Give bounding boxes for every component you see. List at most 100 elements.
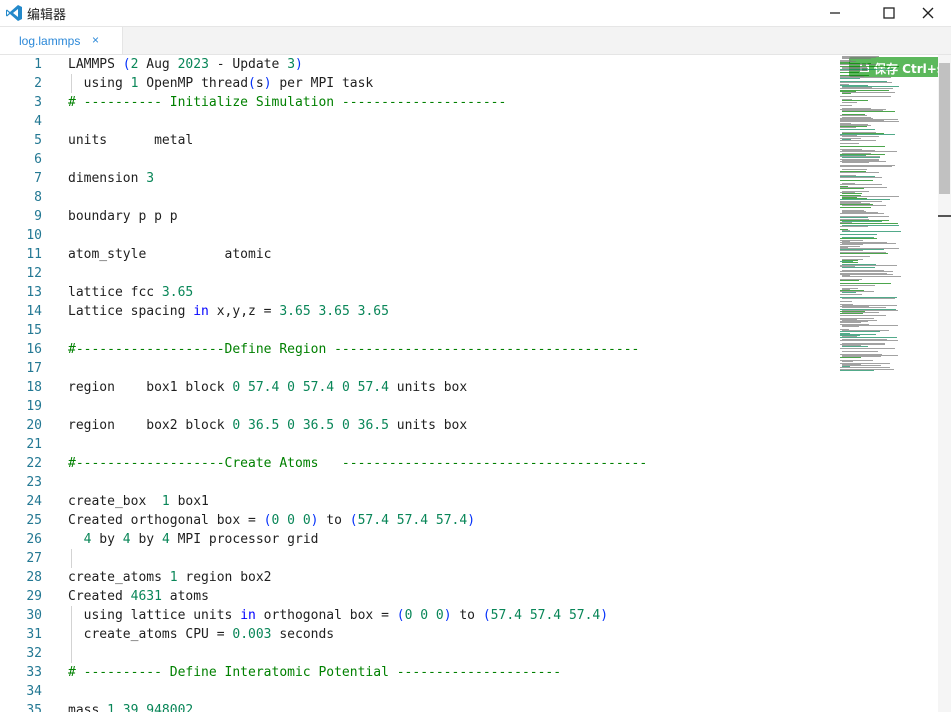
code-token: MPI processor grid [169,532,319,547]
code-line[interactable]: using lattice units in orthogonal box = … [68,606,838,625]
code-line[interactable]: 4 by 4 by 4 MPI processor grid [68,530,838,549]
line-number: 33 [26,665,42,680]
scrollbar-thumb[interactable] [939,63,950,194]
line-number: 9 [34,209,42,224]
code-token: to [318,513,350,528]
minimize-button[interactable] [812,0,858,26]
line-number: 10 [26,228,42,243]
code-line[interactable] [68,188,838,207]
code-token: in [240,608,256,623]
code-line[interactable]: atom_style atomic [68,245,838,264]
code-line[interactable] [68,112,838,131]
code-line[interactable] [68,644,838,663]
tab-close-icon[interactable]: × [92,33,99,47]
code-token: Lattice spacing [68,304,194,319]
minimap-line [840,96,891,98]
code-editor[interactable]: 1 2 3 4 5 6 7 8 9 10 11 12 13 14 15 16 17 18 19 20 21 22 23 24 2… [0,55,951,712]
code-line[interactable] [68,321,838,340]
code-line[interactable]: region box2 block 0 36.5 0 36.5 0 36.5 u… [68,416,838,435]
code-line[interactable]: create_box 1 box1 [68,492,838,511]
minimap-line [840,143,859,144]
line-number: 14 [26,304,42,319]
code-line[interactable]: region box1 block 0 57.4 0 57.4 0 57.4 u… [68,378,838,397]
code-line[interactable]: #-------------------Define Region ------… [68,340,838,359]
code-token: region box2 [177,570,272,585]
minimap-line [842,326,859,327]
code-token: 36.5 [302,418,335,433]
code-line[interactable] [68,397,838,416]
code-line[interactable]: units metal [68,131,838,150]
minimap-line [840,234,877,236]
code-line[interactable]: create_atoms CPU = 0.003 seconds [68,625,838,644]
code-token: 2023 [177,57,209,72]
code-line[interactable] [68,549,838,568]
line-number: 23 [26,475,42,490]
maximize-icon [883,7,895,19]
code-token: 57.4 [529,608,562,623]
code-token: - Update [208,57,288,72]
code-token: 0 [287,380,295,395]
code-token: 4 [161,532,170,547]
code-line[interactable]: Created 4631 atoms [68,587,838,606]
code-token: boundary p p p [68,209,178,224]
code-line[interactable]: create_atoms 1 region box2 [68,568,838,587]
code-token: 0 [302,513,311,528]
code-token: 57.4 [435,513,468,528]
code-token: 4 [122,532,131,547]
code-line[interactable] [68,435,838,454]
line-number: 17 [26,361,42,376]
code-token: Created orthogonal box = [68,513,264,528]
code-token: units box [388,418,468,433]
line-number: 25 [26,513,42,528]
line-number: 18 [26,380,42,395]
code-line[interactable] [68,359,838,378]
code-token: in [193,304,209,319]
code-token: 3.65 [318,304,350,319]
minimap-line [842,350,878,352]
code-line[interactable] [68,226,838,245]
minimap-line [840,255,870,257]
code-line[interactable] [68,473,838,492]
code-token: 0 [287,513,295,528]
minimap-line [840,177,882,179]
code-line[interactable]: Created orthogonal box = (0 0 0) to (57.… [68,511,838,530]
code-token: lattice fcc [68,285,162,300]
vertical-scrollbar[interactable] [938,55,951,712]
code-line[interactable]: dimension 3 [68,169,838,188]
code-line[interactable] [68,682,838,701]
code-line[interactable]: using 1 OpenMP thread(s) per MPI task [68,74,838,93]
close-button[interactable] [905,0,951,26]
code-line[interactable]: boundary p p p [68,207,838,226]
code-line[interactable]: Lattice spacing in x,y,z = 3.65 3.65 3.6… [68,302,838,321]
minimap[interactable] [838,55,938,712]
code-line[interactable] [68,150,838,169]
code-line[interactable]: LAMMPS (2 Aug 2023 - Update 3) [68,55,838,74]
code-line[interactable]: # ---------- Define Interatomic Potentia… [68,663,838,682]
tab-log-lammps[interactable]: log.lammps × [0,27,123,54]
minimap-line [842,267,875,269]
tab-bar: log.lammps × 保存 Ctrl+s [0,27,951,77]
line-number: 6 [34,152,42,167]
code-token: 57.4 [396,513,429,528]
code-line[interactable]: #-------------------Create Atoms -------… [68,454,838,473]
code-line[interactable]: mass 1 39.948002 [68,701,838,712]
line-number: 32 [26,646,42,661]
code-token: atoms [161,589,209,604]
minimap-line [840,225,868,227]
code-token: box1 [169,494,209,509]
line-number: 3 [34,95,42,110]
code-token: ) [467,513,476,528]
code-line[interactable]: # ---------- Initialize Simulation -----… [68,93,838,112]
code-line[interactable] [68,264,838,283]
code-line[interactable]: lattice fcc 3.65 [68,283,838,302]
minimap-line [840,71,859,73]
line-number: 5 [34,133,42,148]
code-area[interactable]: LAMMPS (2 Aug 2023 - Update 3) using 1 O… [68,55,838,712]
code-token: 3.65 [279,304,311,319]
